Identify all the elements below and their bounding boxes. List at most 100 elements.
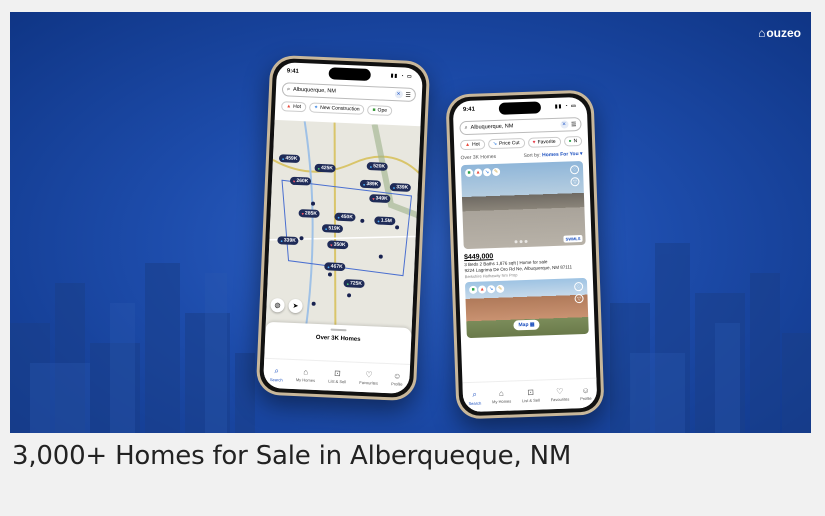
tab-favourites[interactable]: ♡ Favourites <box>550 386 570 403</box>
chip-label: Hot <box>293 103 302 111</box>
pin-price: 425K <box>320 164 334 172</box>
pin-price: 459K <box>285 155 298 162</box>
hero-image: ⌂ ouzeo 9:41 ▮▮ ◔ ▭ ⌕ Albuquerque, NM ✕ … <box>10 12 811 433</box>
tab-favourites[interactable]: ♡ Favourites <box>359 370 378 386</box>
tab-profile[interactable]: ☺ Profile <box>580 386 592 401</box>
search-query: Albuquerque, NM <box>470 123 514 131</box>
results-count: Over 3K Homes <box>315 334 361 343</box>
favorite-heart-icon[interactable]: ♡ <box>569 165 580 175</box>
chip-hot[interactable]: ▲ Hot <box>281 101 307 113</box>
clear-icon[interactable]: ✕ <box>559 120 569 129</box>
chip-new[interactable]: ● N <box>563 135 583 147</box>
map-area[interactable]: ● 459K ● 425K ● 520K ♥ 260K ● 389K ● 339K ♥ 349… <box>265 119 421 337</box>
new-icon: ✎ <box>491 167 501 177</box>
search-input[interactable]: ⌕ Albuquerque, NM ✕ ☰ <box>459 116 582 136</box>
tab-label: My Homes <box>492 398 512 405</box>
tab-label: List & Sell <box>328 378 347 385</box>
map-pin[interactable]: ● 725K <box>343 279 366 289</box>
photo-pager[interactable] <box>514 239 528 244</box>
map-pin[interactable]: ♥ 350K <box>327 240 349 250</box>
chip-hot[interactable]: ▲ Hot <box>459 139 486 151</box>
tab-label: Profile <box>391 381 403 387</box>
map-pin[interactable]: ● 450K <box>334 212 357 222</box>
tab-label: Favourites <box>550 396 570 403</box>
filters-icon[interactable]: ☰ <box>405 91 411 98</box>
brand-logo: ⌂ ouzeo <box>758 26 801 40</box>
map-pin[interactable]: ● 459K <box>278 154 301 164</box>
tab-list-sell[interactable]: ⊡ List & Sell <box>522 387 540 403</box>
chip-favorite[interactable]: ♥ Favorite <box>527 136 561 148</box>
tab-label: Search <box>269 376 283 383</box>
pin-icon: ♥ <box>330 241 333 248</box>
chip-label: New Construction <box>320 104 360 113</box>
pin-price: 519K <box>328 225 341 232</box>
pin-icon: ● <box>369 163 373 169</box>
search-icon: ⌕ <box>274 365 280 375</box>
tab-label: Favourites <box>359 379 379 386</box>
map-pin[interactable]: ♥ 285K <box>298 209 321 218</box>
tab-label: Search <box>468 400 482 406</box>
chip-new-construction[interactable]: ✦ New Construction <box>308 102 365 115</box>
fire-icon: ▲ <box>478 285 487 294</box>
sort-control[interactable]: Sort by: Homes For You ▾ <box>523 151 582 159</box>
filter-funnel-icon[interactable]: ▽ <box>570 177 580 187</box>
new-icon: ✎ <box>496 284 505 294</box>
map-pin[interactable]: ● 520K <box>366 161 389 171</box>
results-count: Over 3K Homes <box>460 153 497 162</box>
map-pin[interactable]: ● 467K <box>324 262 346 272</box>
list-screen: 9:41 ▮▮ ◔ ▭ ⌕ Albuquerque, NM ✕ ☰ ▲ Hot ↘… <box>452 96 598 413</box>
tab-label: Profile <box>580 395 592 402</box>
chip-price-cut[interactable]: ↘ Price Cut <box>487 137 525 150</box>
fire-icon: ▲ <box>473 168 483 177</box>
listing-photo[interactable]: ■ ▲ ↘ ✎ ♡ ▽ SWMLS <box>460 160 586 250</box>
map-button-label: Map <box>518 321 529 329</box>
map-pin[interactable]: ● 339K <box>277 236 299 246</box>
heart-icon: ♡ <box>365 370 373 380</box>
listing-title[interactable]: 3,000+ Homes for Sale in Alberqueque, NM <box>12 441 571 471</box>
sheet-handle[interactable] <box>330 328 347 332</box>
listing-photo[interactable]: ■ ▲ ↘ ✎ ♡ ▽ Map ▦ <box>464 277 589 339</box>
brokerage-logo: SWMLS <box>563 234 583 243</box>
chip-label: Favorite <box>537 138 556 146</box>
pin-icon: ● <box>377 217 380 224</box>
clear-icon[interactable]: ✕ <box>394 90 403 99</box>
favorite-heart-icon[interactable]: ♡ <box>574 281 584 292</box>
tab-label: My Homes <box>295 377 316 383</box>
search-icon: ⌕ <box>464 124 468 131</box>
map-pin[interactable]: ● 389K <box>359 179 382 189</box>
map-pin[interactable]: ● 425K <box>314 163 337 173</box>
tab-profile[interactable]: ☺ Profile <box>391 371 403 386</box>
map-pin[interactable]: ● 519K <box>321 224 344 234</box>
map-pin[interactable]: ♥ 260K <box>289 176 312 186</box>
tab-my-homes[interactable]: ⌂ My Homes <box>492 389 512 405</box>
pin-icon: ● <box>317 165 321 171</box>
map-pin[interactable]: ● 339K <box>389 183 412 192</box>
dynamic-island <box>498 101 542 115</box>
heart-icon: ♡ <box>556 386 564 396</box>
tab-search[interactable]: ⌕ Search <box>270 365 283 382</box>
sort-label: Sort by: <box>523 152 541 159</box>
pin-price: 450K <box>340 213 353 221</box>
status-time: 9:41 <box>462 106 476 114</box>
pin-price: 725K <box>349 280 363 287</box>
signal-battery-icon: ▮▮ ◔ ▭ <box>390 72 413 80</box>
tab-list-sell[interactable]: ⊡ List & Sell <box>328 369 346 385</box>
map-icon: ▦ <box>529 321 535 328</box>
pin-price: 339K <box>283 237 296 244</box>
price-cut-icon: ↘ <box>492 140 498 148</box>
tab-my-homes[interactable]: ⌂ My Homes <box>296 367 316 383</box>
price-cut-icon: ↘ <box>487 285 496 294</box>
map-pin[interactable]: ● 1.5M <box>374 216 396 226</box>
chip-open-house[interactable]: ■ Ope <box>367 104 393 117</box>
filters-icon[interactable]: ☰ <box>571 121 577 128</box>
map-pin[interactable]: ♥ 349K <box>369 194 391 204</box>
filter-funnel-icon[interactable]: ▽ <box>574 293 584 304</box>
pin-icon: ● <box>346 280 350 286</box>
chip-label: Hot <box>471 141 480 148</box>
pin-icon: ● <box>327 263 330 269</box>
list-sell-icon: ⊡ <box>527 387 535 398</box>
map-button[interactable]: Map ▦ <box>513 319 540 331</box>
tab-search[interactable]: ⌕ Search <box>468 389 481 405</box>
listing-card[interactable]: ⌂ ouzeo 9:41 ▮▮ ◔ ▭ ⌕ Albuquerque, NM ✕ … <box>0 0 825 516</box>
pin-icon: ● <box>324 225 328 231</box>
